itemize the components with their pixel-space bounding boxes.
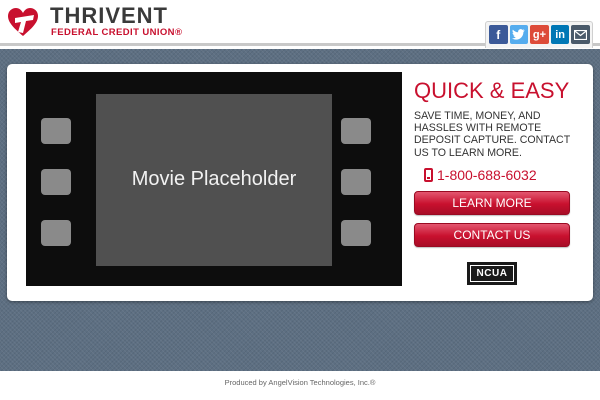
learn-more-button[interactable]: LEARN MORE [414, 191, 570, 215]
film-sprocket [41, 220, 71, 246]
phone-number: 1-800-688-6032 [437, 167, 537, 183]
site-header: THRIVENT FEDERAL CREDIT UNION® f g+ in [0, 0, 600, 48]
film-sprocket [341, 169, 371, 195]
phone-icon [424, 168, 433, 182]
promo-title: QUICK & EASY [414, 78, 570, 103]
film-sprocket [341, 220, 371, 246]
linkedin-icon[interactable]: in [550, 25, 570, 44]
brand-name: THRIVENT [50, 3, 168, 28]
twitter-icon[interactable] [509, 25, 529, 44]
movie-placeholder-label: Movie Placeholder [131, 168, 297, 190]
promo-description: SAVE TIME, MONEY, AND HASSLES WITH REMOT… [414, 110, 570, 159]
social-share-bar: f g+ in [485, 21, 593, 48]
film-sprocket [341, 118, 371, 144]
contact-us-button[interactable]: CONTACT US [414, 223, 570, 247]
facebook-icon[interactable]: f [489, 25, 508, 44]
film-sprocket [41, 169, 71, 195]
thrivent-logo-icon[interactable] [6, 6, 40, 38]
film-sprocket [41, 118, 71, 144]
phone-number-link[interactable]: 1-800-688-6032 [424, 167, 537, 183]
footer-credit: Produced by AngelVision Technologies, In… [224, 378, 376, 387]
brand-subtitle: FEDERAL CREDIT UNION® [51, 27, 183, 38]
google-plus-icon[interactable]: g+ [530, 25, 549, 44]
email-icon[interactable] [571, 25, 590, 44]
ncua-badge: NCUA [467, 262, 517, 285]
